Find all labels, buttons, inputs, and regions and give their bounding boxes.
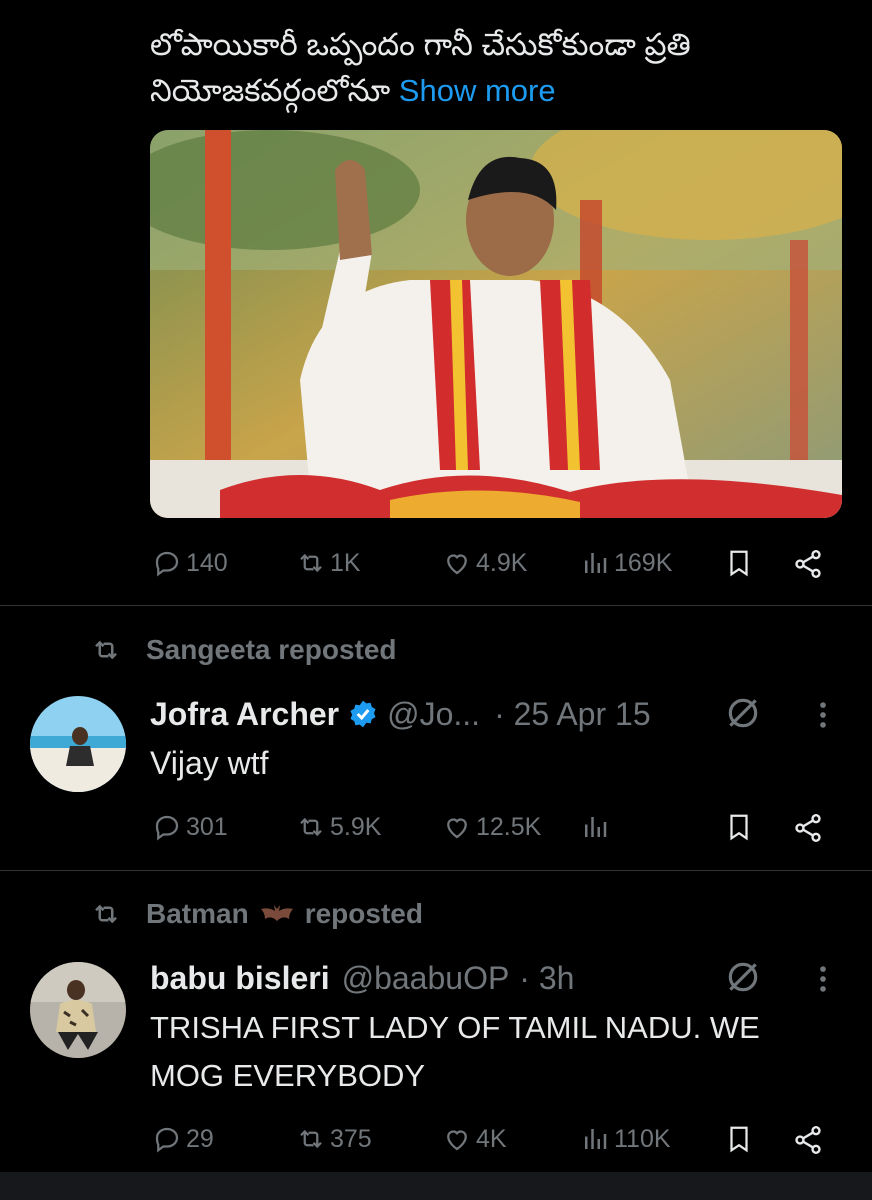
bookmark-icon [730,550,748,577]
repost-icon [300,553,322,573]
repost-count: 1K [330,548,361,577]
views-count: 110K [614,1124,671,1153]
reply-icon [155,1127,179,1153]
repost-icon [95,640,117,660]
repost-indicator: Sangeeta reposted [88,634,397,666]
bookmark-icon [730,1126,748,1153]
display-name[interactable]: babu bisleri [150,960,330,997]
bat-emoji-icon [260,905,293,921]
avatar[interactable] [30,696,126,792]
reposter-name: Batman [146,898,249,929]
avatar[interactable] [30,962,126,1058]
repost-count: 375 [330,1124,372,1153]
reply-count: 301 [186,812,228,841]
user-handle[interactable]: @baabuOP [342,960,510,997]
repost-button[interactable]: 1K [296,548,361,578]
display-name[interactable]: Jofra Archer [150,696,339,733]
repost-icon [300,1129,322,1149]
grok-button[interactable] [724,958,762,1001]
views-icon [585,817,607,837]
tweet-text: Vijay wtf [150,745,269,781]
bookmark-icon [730,814,748,841]
tweet-text-line: TRISHA FIRST LADY OF TAMIL NADU. WE [150,1010,760,1045]
heart-icon [447,554,467,575]
views-button[interactable]: 169K [580,548,672,578]
like-button[interactable]: 4.9K [442,548,527,578]
timestamp[interactable]: · 3h [519,960,574,997]
like-count: 4.9K [476,548,528,577]
repost-suffix: reposted [304,898,423,929]
divider [0,870,872,871]
repost-icon [95,904,117,924]
bottom-bar [0,1172,872,1200]
verified-badge-icon [350,700,376,728]
show-more-link[interactable]: Show more [399,73,556,108]
reply-count: 140 [186,548,228,577]
heart-icon [447,818,467,839]
share-icon [795,550,821,578]
share-button[interactable] [792,548,824,585]
grok-icon [728,698,758,728]
timestamp[interactable]: · 25 Apr 15 [494,696,651,733]
user-handle[interactable]: @Jo... [387,696,480,733]
more-options-button[interactable] [812,962,834,1001]
repost-count: 5.9K [330,812,382,841]
repost-icon [300,817,322,837]
tweet-text-line: MOG EVERYBODY [150,1058,426,1093]
share-button[interactable] [792,1124,824,1161]
like-button[interactable]: 4K [442,1124,507,1154]
tweet-header: babu bisleri @baabuOP · 3h [150,956,710,1000]
views-button[interactable] [580,812,610,842]
reply-count: 29 [186,1124,214,1153]
tweet-text: TRISHA FIRST LADY OF TAMIL NADU. WE MOG … [150,1004,850,1100]
like-count: 12.5K [476,812,542,841]
bookmark-button[interactable] [724,812,754,847]
share-icon [795,1126,821,1154]
reply-button[interactable]: 140 [152,548,228,578]
grok-button[interactable] [724,694,762,737]
reply-button[interactable]: 29 [152,1124,214,1154]
repost-button[interactable]: 375 [296,1124,372,1154]
avatar-image [30,696,126,792]
views-icon [585,553,607,573]
tweet-image[interactable] [150,130,842,518]
tweet-text-line: లోపాయికారీ ఒప్పందం గానీ చేసుకోకుండా ప్రత… [150,27,691,62]
more-vertical-icon [820,702,826,728]
more-vertical-icon [820,966,826,992]
like-button[interactable]: 12.5K [442,812,541,842]
more-options-button[interactable] [812,698,834,737]
photo-illustration [150,130,842,518]
share-icon [795,814,821,842]
like-count: 4K [476,1124,507,1153]
grok-icon [728,962,758,992]
share-button[interactable] [792,812,824,849]
tweet-text: లోపాయికారీ ఒప్పందం గానీ చేసుకోకుండా ప్రత… [150,22,840,114]
bookmark-button[interactable] [724,548,754,583]
reply-button[interactable]: 301 [152,812,228,842]
repost-label: Sangeeta reposted [146,634,397,665]
repost-indicator: Batman reposted [88,898,423,930]
avatar-image [30,962,126,1058]
heart-icon [447,1130,467,1151]
reply-icon [155,551,179,577]
tweet-text-line: నియోజకవర్గంలోనూ [150,73,391,108]
reply-icon [155,815,179,841]
repost-button[interactable]: 5.9K [296,812,381,842]
views-button[interactable]: 110K [580,1124,671,1154]
views-count: 169K [614,548,673,577]
bookmark-button[interactable] [724,1124,754,1159]
views-icon [585,1129,607,1149]
divider [0,605,872,606]
